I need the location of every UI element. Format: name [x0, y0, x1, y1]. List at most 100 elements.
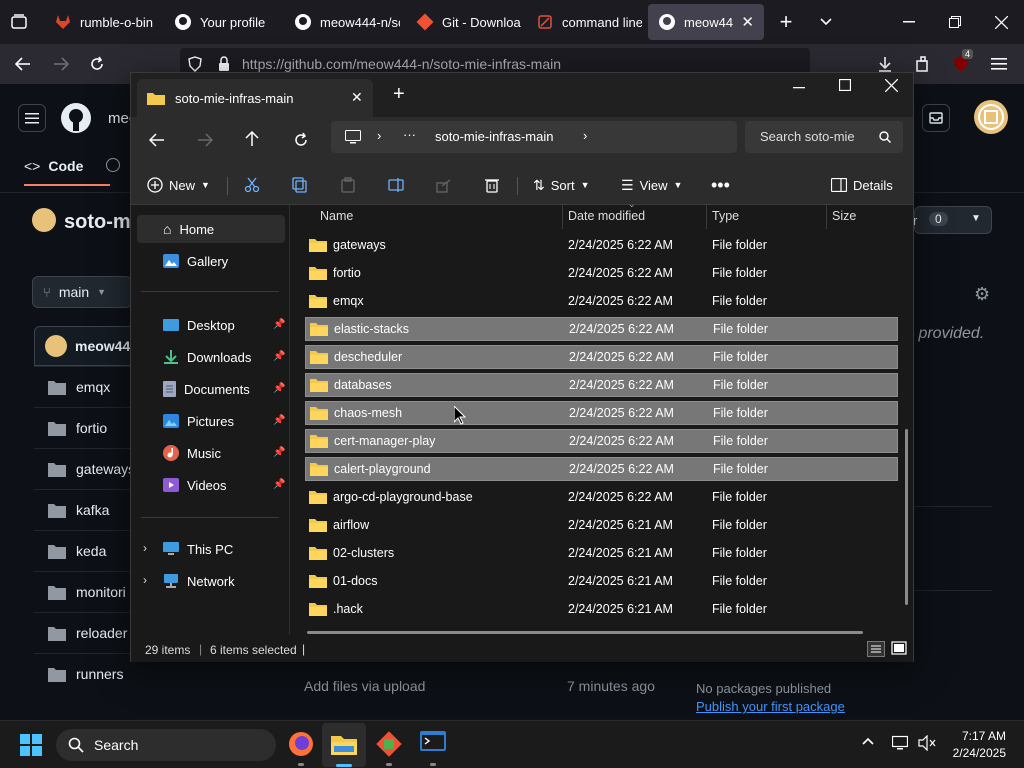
breadcrumb-folder[interactable]: soto-mie-infras-main [435, 129, 553, 144]
list-item[interactable]: cert-manager-play 2/24/2025 6:22 AM File f… [305, 429, 898, 453]
search-input[interactable]: Search soto-mie [745, 121, 903, 153]
clock-time[interactable]: 7:17 AM [948, 729, 1006, 743]
file-explorer-taskbar-icon[interactable] [322, 723, 366, 767]
list-item[interactable]: descheduler 2/24/2025 6:22 AM File folder [305, 345, 898, 369]
tab-label: Git - Downloa [442, 14, 521, 30]
tiles-view-icon[interactable] [891, 641, 907, 657]
item-type: File folder [712, 294, 767, 308]
minimize-icon[interactable] [793, 81, 805, 93]
refresh-icon[interactable] [293, 132, 309, 148]
item-date: 2/24/2025 6:22 AM [569, 322, 674, 336]
back-icon[interactable] [149, 133, 165, 147]
horizontal-scrollbar[interactable] [307, 631, 863, 634]
browser-tab-2[interactable]: Your profile [164, 4, 280, 40]
browser-tab-3[interactable]: meow444-n/sc [284, 4, 400, 40]
browser-tab-1[interactable]: rumble-o-bin [44, 4, 160, 40]
browser-tab-4[interactable]: Git - Downloa [406, 4, 522, 40]
back-icon[interactable] [8, 49, 38, 79]
github-logo-icon[interactable] [60, 102, 92, 134]
breadcrumb[interactable]: › ··· soto-mie-infras-main › [331, 121, 737, 153]
list-item[interactable]: argo-cd-playground-base 2/24/2025 6:22 AM… [305, 485, 898, 509]
rename-icon[interactable] [388, 165, 404, 205]
reload-icon[interactable] [82, 49, 112, 79]
details-button[interactable]: Details [831, 165, 893, 205]
inbox-icon[interactable] [922, 104, 950, 132]
list-item[interactable]: 02-clusters 2/24/2025 6:21 AM File folder [305, 541, 898, 565]
avatar[interactable] [974, 100, 1008, 134]
forward-icon[interactable] [197, 133, 213, 147]
list-item[interactable]: elastic-stacks 2/24/2025 6:22 AM File fold… [305, 317, 898, 341]
browser-tab-active[interactable]: meow444-n ✕ [648, 4, 764, 40]
chevron-up-icon[interactable] [862, 737, 874, 745]
clock-date[interactable]: 2/24/2025 [946, 746, 1006, 760]
taskbar-search[interactable]: Search [56, 729, 276, 761]
gear-icon[interactable]: ⚙ [974, 284, 990, 305]
terminal-icon[interactable] [420, 731, 446, 755]
no-packages-text: No packages published [696, 681, 832, 696]
tab-code[interactable]: <> Code [24, 158, 83, 174]
list-item[interactable]: chaos-mesh 2/24/2025 6:22 AM File folder [305, 401, 898, 425]
tab-close-icon[interactable]: ✕ [351, 89, 363, 106]
forward-icon[interactable] [46, 49, 76, 79]
git-gui-icon[interactable] [376, 731, 402, 757]
details-view-icon[interactable] [867, 641, 885, 657]
firefox-icon[interactable] [288, 731, 314, 757]
repo-name[interactable]: soto-mi [64, 211, 136, 234]
list-item[interactable]: airflow 2/24/2025 6:21 AM File folder [305, 513, 898, 537]
new-tab-icon[interactable]: + [771, 7, 801, 37]
list-item[interactable]: gateways 2/24/2025 6:22 AM File folder [305, 233, 898, 257]
publish-package-link[interactable]: Publish your first package [696, 699, 845, 714]
up-icon[interactable] [245, 131, 259, 147]
minimize-icon[interactable] [894, 7, 924, 37]
maximize-icon[interactable] [839, 79, 851, 91]
file-name[interactable]: kafka [76, 502, 109, 518]
menu-hamburger-icon[interactable] [984, 49, 1014, 79]
file-name[interactable]: emqx [76, 379, 110, 395]
github-menu-icon[interactable] [18, 104, 46, 132]
windows-start-icon[interactable] [20, 734, 42, 756]
folder-icon [48, 586, 66, 600]
more-options-icon[interactable]: ••• [711, 165, 730, 205]
paste-icon[interactable] [340, 165, 356, 205]
pull-requests-button[interactable]: r 0 ▼ [913, 206, 992, 234]
file-name[interactable]: keda [76, 543, 106, 559]
more-icon[interactable]: ··· [403, 127, 416, 142]
shield-icon[interactable] [188, 56, 202, 72]
volume-muted-icon[interactable] [918, 735, 936, 751]
close-window-icon[interactable] [986, 7, 1016, 37]
list-tabs-icon[interactable] [811, 7, 841, 37]
restore-icon[interactable] [940, 7, 970, 37]
item-type: File folder [712, 546, 767, 560]
vertical-scrollbar[interactable] [905, 429, 908, 605]
list-item[interactable]: fortio 2/24/2025 6:22 AM File folder [305, 261, 898, 285]
close-window-icon[interactable] [885, 79, 898, 92]
branch-selector[interactable]: ⑂ main ▼ [32, 276, 132, 308]
list-item[interactable]: databases 2/24/2025 6:22 AM File folder [305, 373, 898, 397]
cut-icon[interactable] [244, 165, 260, 205]
tab-close-icon[interactable]: ✕ [741, 13, 754, 31]
explorer-tab[interactable]: soto-mie-infras-main ✕ [137, 79, 373, 117]
ublock-icon[interactable]: 4 [946, 49, 976, 79]
list-item[interactable]: calert-playground 2/24/2025 6:22 AM File f… [305, 457, 898, 481]
list-item[interactable]: 01-docs 2/24/2025 6:21 AM File folder [305, 569, 898, 593]
search-icon [68, 737, 84, 753]
display-icon[interactable] [892, 735, 908, 751]
tab-overview-icon[interactable] [4, 7, 34, 37]
list-item[interactable]: .hack 2/24/2025 6:21 AM File folder [305, 597, 898, 621]
issues-icon[interactable] [106, 158, 120, 172]
delete-icon[interactable] [484, 165, 500, 205]
file-name[interactable]: runners [76, 666, 123, 682]
file-name[interactable]: monitori [76, 584, 126, 600]
browser-tab-5[interactable]: command line [526, 4, 642, 40]
sort-button[interactable]: ⇅ Sort ▼ [533, 165, 590, 205]
file-name[interactable]: reloader [76, 625, 127, 641]
share-icon[interactable] [436, 165, 452, 205]
new-tab-icon[interactable]: + [393, 83, 405, 106]
file-name[interactable]: fortio [76, 420, 107, 436]
list-item[interactable]: emqx 2/24/2025 6:22 AM File folder [305, 289, 898, 313]
item-type: File folder [713, 406, 768, 420]
lock-icon[interactable] [218, 56, 230, 72]
copy-icon[interactable] [292, 165, 308, 205]
new-button[interactable]: New ▼ [147, 165, 210, 205]
file-name[interactable]: gateways [76, 461, 135, 477]
